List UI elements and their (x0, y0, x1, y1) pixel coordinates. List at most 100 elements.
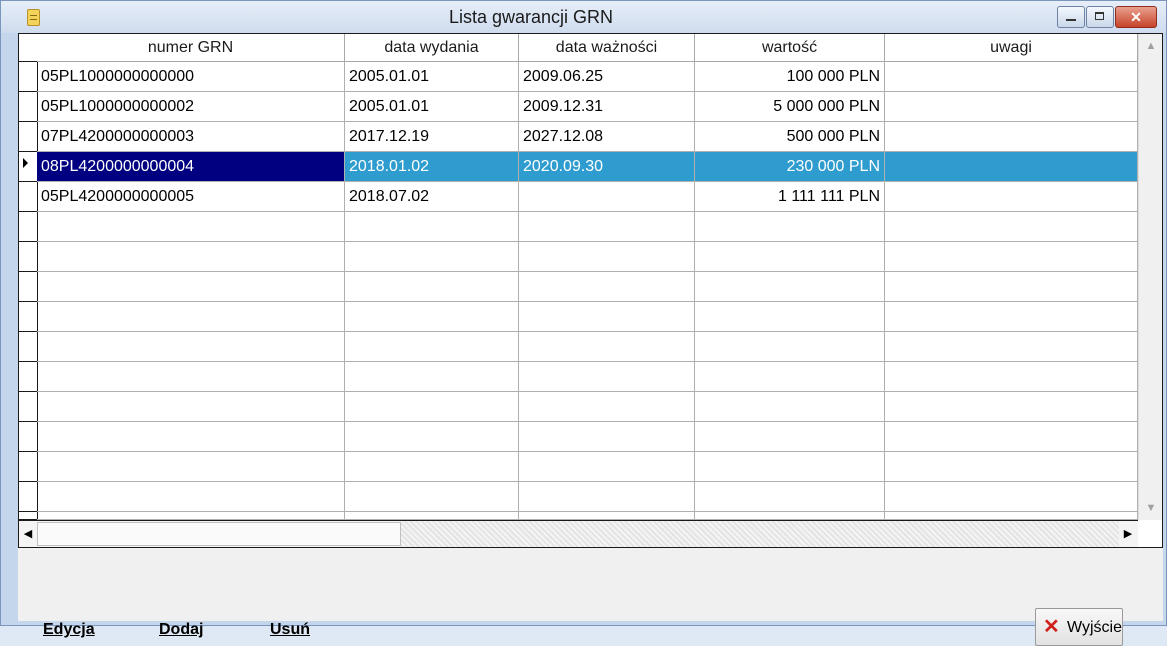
maximize-button[interactable] (1086, 6, 1114, 28)
table-cell[interactable] (885, 392, 1138, 422)
horizontal-scrollbar[interactable]: ◀ ▶ (19, 520, 1138, 547)
table-cell[interactable] (695, 242, 885, 272)
table-cell[interactable]: 500 000 PLN (695, 122, 885, 152)
edit-link[interactable]: Edycja (43, 621, 95, 639)
row-indicator-cell[interactable] (19, 482, 37, 512)
table-cell[interactable]: 2017.12.19 (345, 122, 519, 152)
column-header[interactable]: numer GRN (37, 34, 345, 62)
row-indicator-cell[interactable] (19, 392, 37, 422)
table-cell[interactable] (885, 92, 1138, 122)
table-cell[interactable] (695, 512, 885, 520)
row-indicator-cell[interactable] (19, 92, 37, 122)
table-cell[interactable] (519, 332, 695, 362)
table-cell[interactable] (695, 302, 885, 332)
guarantee-grid[interactable]: numer GRN data wydania data ważności wartoś… (18, 33, 1163, 548)
row-indicator-cell[interactable] (19, 422, 37, 452)
table-cell[interactable]: 2005.01.01 (345, 62, 519, 92)
table-cell[interactable] (37, 362, 345, 392)
scroll-right-icon[interactable]: ▶ (1119, 521, 1137, 547)
row-indicator-cell[interactable] (19, 362, 37, 392)
row-indicator-cell[interactable] (19, 302, 37, 332)
table-cell[interactable] (885, 452, 1138, 482)
scroll-left-icon[interactable]: ◀ (19, 521, 37, 547)
table-cell[interactable] (695, 362, 885, 392)
table-cell[interactable] (37, 512, 345, 520)
table-cell[interactable]: 230 000 PLN (695, 152, 885, 182)
table-cell[interactable]: 100 000 PLN (695, 62, 885, 92)
table-cell[interactable] (885, 62, 1138, 92)
table-cell[interactable] (345, 422, 519, 452)
row-indicator-cell[interactable] (19, 182, 37, 212)
scroll-down-icon[interactable]: ▼ (1139, 496, 1162, 520)
table-cell[interactable] (37, 272, 345, 302)
table-cell[interactable]: 07PL4200000000003 (37, 122, 345, 152)
table-cell[interactable] (37, 452, 345, 482)
table-cell[interactable] (519, 272, 695, 302)
table-cell[interactable] (519, 392, 695, 422)
table-cell[interactable] (885, 332, 1138, 362)
table-cell[interactable] (345, 302, 519, 332)
row-indicator-cell[interactable] (19, 62, 37, 92)
table-cell[interactable] (519, 512, 695, 520)
column-header[interactable]: wartość (695, 34, 885, 62)
table-cell[interactable] (885, 302, 1138, 332)
table-cell[interactable] (695, 452, 885, 482)
table-cell[interactable] (519, 482, 695, 512)
close-button[interactable]: ✕ (1115, 6, 1157, 28)
table-cell[interactable] (885, 482, 1138, 512)
table-cell[interactable] (519, 182, 695, 212)
table-cell[interactable] (885, 122, 1138, 152)
row-indicator-cell[interactable] (19, 152, 37, 182)
table-cell[interactable]: 2018.01.02 (345, 152, 519, 182)
table-cell[interactable] (695, 482, 885, 512)
table-cell[interactable] (885, 182, 1138, 212)
table-cell[interactable]: 5 000 000 PLN (695, 92, 885, 122)
title-bar[interactable]: Lista gwarancji GRN ✕ (1, 1, 1166, 33)
table-cell[interactable] (345, 392, 519, 422)
table-cell[interactable] (345, 482, 519, 512)
table-cell[interactable] (695, 392, 885, 422)
row-indicator-cell[interactable] (19, 242, 37, 272)
delete-link[interactable]: Usuń (270, 621, 310, 639)
table-cell[interactable]: 2005.01.01 (345, 92, 519, 122)
horizontal-scroll-thumb[interactable] (37, 522, 401, 546)
column-header[interactable]: uwagi (885, 34, 1138, 62)
table-cell[interactable] (885, 242, 1138, 272)
table-cell[interactable] (519, 362, 695, 392)
table-cell[interactable] (885, 212, 1138, 242)
table-cell[interactable] (695, 212, 885, 242)
table-cell[interactable] (345, 362, 519, 392)
add-link[interactable]: Dodaj (159, 621, 203, 639)
column-header[interactable]: data ważności (519, 34, 695, 62)
table-cell[interactable] (37, 242, 345, 272)
table-cell[interactable] (519, 212, 695, 242)
table-cell[interactable]: 2027.12.08 (519, 122, 695, 152)
exit-button[interactable]: ✕ Wyjście (1035, 608, 1123, 646)
table-cell[interactable] (37, 482, 345, 512)
table-cell[interactable] (885, 362, 1138, 392)
table-cell[interactable] (695, 332, 885, 362)
table-cell[interactable]: 05PL1000000000000 (37, 62, 345, 92)
row-indicator-cell[interactable] (19, 452, 37, 482)
table-cell[interactable] (37, 212, 345, 242)
table-cell[interactable] (37, 332, 345, 362)
table-cell[interactable]: 05PL4200000000005 (37, 182, 345, 212)
table-cell[interactable] (345, 512, 519, 520)
table-cell[interactable]: 2020.09.30 (519, 152, 695, 182)
table-cell[interactable] (37, 392, 345, 422)
table-cell[interactable] (885, 272, 1138, 302)
minimize-button[interactable] (1057, 6, 1085, 28)
table-cell[interactable] (345, 272, 519, 302)
row-indicator-cell[interactable] (19, 272, 37, 302)
table-cell[interactable] (345, 332, 519, 362)
row-indicator-cell[interactable] (19, 512, 37, 520)
table-cell[interactable]: 2009.12.31 (519, 92, 695, 122)
table-cell[interactable] (885, 422, 1138, 452)
table-cell[interactable] (37, 302, 345, 332)
table-cell[interactable]: 08PL4200000000004 (37, 152, 345, 182)
row-indicator-cell[interactable] (19, 332, 37, 362)
table-cell[interactable] (519, 452, 695, 482)
table-cell[interactable] (519, 242, 695, 272)
row-indicator-cell[interactable] (19, 212, 37, 242)
table-cell[interactable] (885, 152, 1138, 182)
